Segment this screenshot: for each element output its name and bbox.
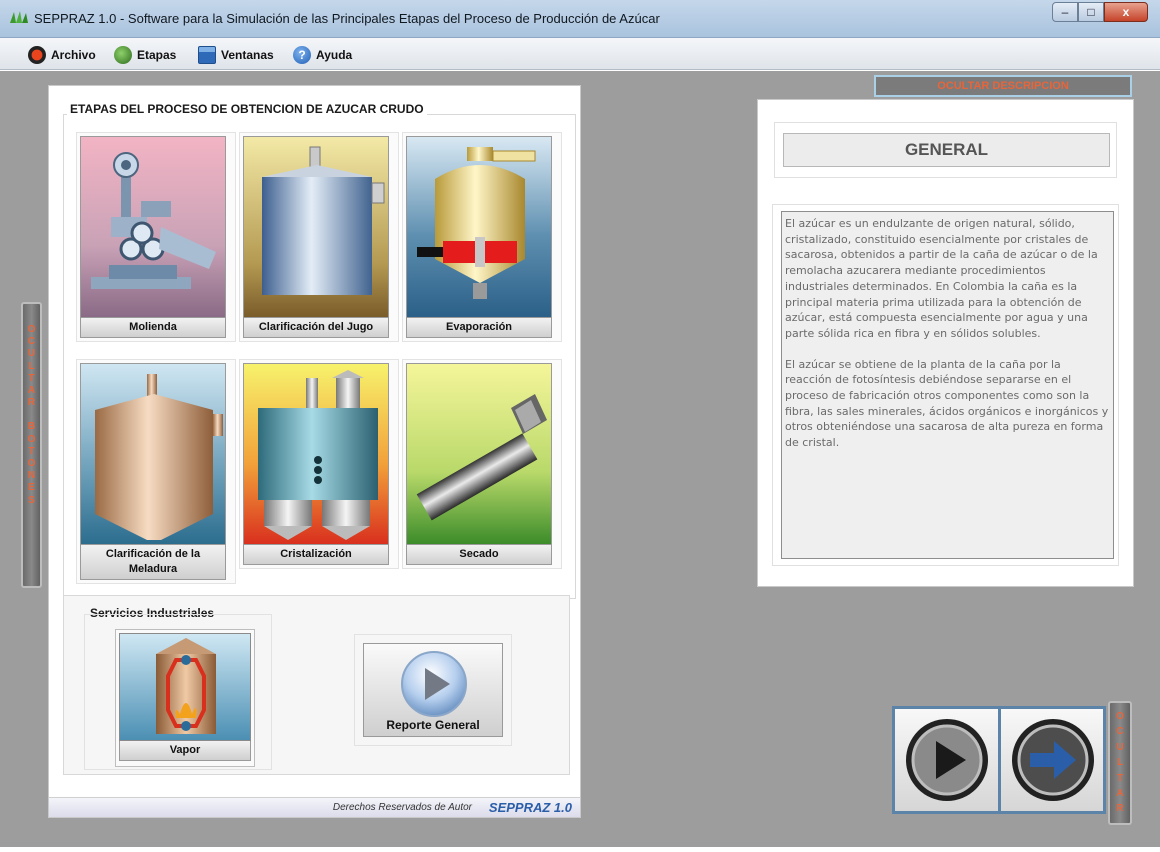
- close-button[interactable]: x: [1104, 2, 1148, 22]
- description-heading: GENERAL: [783, 133, 1110, 167]
- play-circle-icon: [906, 719, 988, 801]
- vapor-label: Vapor: [119, 741, 251, 761]
- vapor-button[interactable]: Vapor: [115, 629, 255, 767]
- evaporator-icon: [406, 136, 552, 318]
- description-heading-frame: GENERAL: [774, 122, 1117, 178]
- play-icon: [401, 651, 467, 717]
- description-text[interactable]: El azúcar es un endulzante de origen nat…: [781, 211, 1114, 559]
- window-controls: – □ x: [1052, 2, 1148, 24]
- crystallizer-icon: [243, 363, 389, 545]
- menu-bar: Archivo Etapas Ventanas ? Ayuda: [0, 38, 1160, 70]
- record-icon: [28, 46, 46, 64]
- menu-etapas-label: Etapas: [137, 48, 177, 62]
- description-panel: GENERAL El azúcar es un endulzante de or…: [757, 99, 1134, 587]
- app-logo-icon: [10, 11, 28, 23]
- window-icon: [198, 46, 216, 64]
- stage-clarificacion-meladura[interactable]: Clarificación de la Meladura: [76, 359, 236, 584]
- report-button[interactable]: Reporte General: [363, 643, 503, 737]
- report-label: Reporte General: [386, 718, 480, 732]
- stages-panel: ETAPAS DEL PROCESO DE OBTENCION DE AZUCA…: [48, 85, 581, 818]
- stage-secado[interactable]: Secado: [402, 359, 562, 569]
- bottom-strip: [0, 847, 1160, 852]
- services-frame: Servicios Industriales Vapor Reporte Gen…: [63, 595, 570, 775]
- stage-molienda[interactable]: Molienda: [76, 132, 236, 342]
- footer-bar: Derechos Reservados de Autor SEPPRAZ 1.0: [49, 797, 580, 817]
- stage-evaporacion[interactable]: Evaporación: [402, 132, 562, 342]
- menu-ayuda[interactable]: ? Ayuda: [293, 45, 352, 65]
- stages-title: ETAPAS DEL PROCESO DE OBTENCION DE AZUCA…: [67, 102, 427, 116]
- window-title: SEPPRAZ 1.0 - Software para la Simulació…: [34, 11, 660, 26]
- menu-ventanas-label: Ventanas: [221, 48, 274, 62]
- mill-icon: [80, 136, 226, 318]
- clarifier-tank-icon: [243, 136, 389, 318]
- stage-cristalizacion-label: Cristalización: [243, 545, 389, 565]
- title-bar: SEPPRAZ 1.0 - Software para la Simulació…: [0, 0, 1160, 38]
- menu-ayuda-label: Ayuda: [316, 48, 353, 62]
- stage-clarificacion-meladura-label: Clarificación de la Meladura: [80, 545, 226, 580]
- arrow-right-icon: [1011, 719, 1094, 801]
- stage-evaporacion-label: Evaporación: [406, 318, 552, 338]
- menu-archivo-label: Archivo: [51, 48, 96, 62]
- minimize-button[interactable]: –: [1052, 2, 1078, 22]
- footer-copyright: Derechos Reservados de Autor: [332, 802, 472, 813]
- help-icon: ?: [293, 46, 311, 64]
- hide-description-button[interactable]: OCULTAR DESCRIPCION: [874, 75, 1132, 97]
- stage-clarificacion-jugo[interactable]: Clarificación del Jugo: [239, 132, 399, 342]
- boiler-icon: [119, 633, 251, 741]
- stage-clarificacion-jugo-label: Clarificación del Jugo: [243, 318, 389, 338]
- next-button[interactable]: [1000, 709, 1103, 811]
- dryer-icon: [406, 363, 552, 545]
- description-paragraph: El azúcar es un endulzante de origen nat…: [785, 217, 1098, 340]
- description-body-frame: El azúcar es un endulzante de origen nat…: [772, 204, 1119, 566]
- leaf-icon: [114, 46, 132, 64]
- stage-secado-label: Secado: [406, 545, 552, 565]
- workspace: OCULTARBOTONES ETAPAS DEL PROCESO DE OBT…: [0, 71, 1160, 847]
- menu-archivo[interactable]: Archivo: [28, 45, 96, 65]
- menu-ventanas[interactable]: Ventanas: [198, 45, 274, 65]
- hide-buttons-toggle[interactable]: OCULTARBOTONES: [21, 302, 42, 588]
- stage-cristalizacion[interactable]: Cristalización: [239, 359, 399, 569]
- navigation-controls: [892, 706, 1106, 814]
- play-button[interactable]: [895, 709, 998, 811]
- footer-brand: SEPPRAZ 1.0: [488, 800, 572, 815]
- maximize-button[interactable]: □: [1078, 2, 1104, 22]
- menu-etapas[interactable]: Etapas: [114, 45, 176, 65]
- hide-navigation-toggle[interactable]: OCULTAR: [1108, 701, 1132, 825]
- description-paragraph: El azúcar se obtiene de la planta de la …: [785, 357, 1109, 450]
- stage-molienda-label: Molienda: [80, 318, 226, 338]
- meladura-tank-icon: [80, 363, 226, 545]
